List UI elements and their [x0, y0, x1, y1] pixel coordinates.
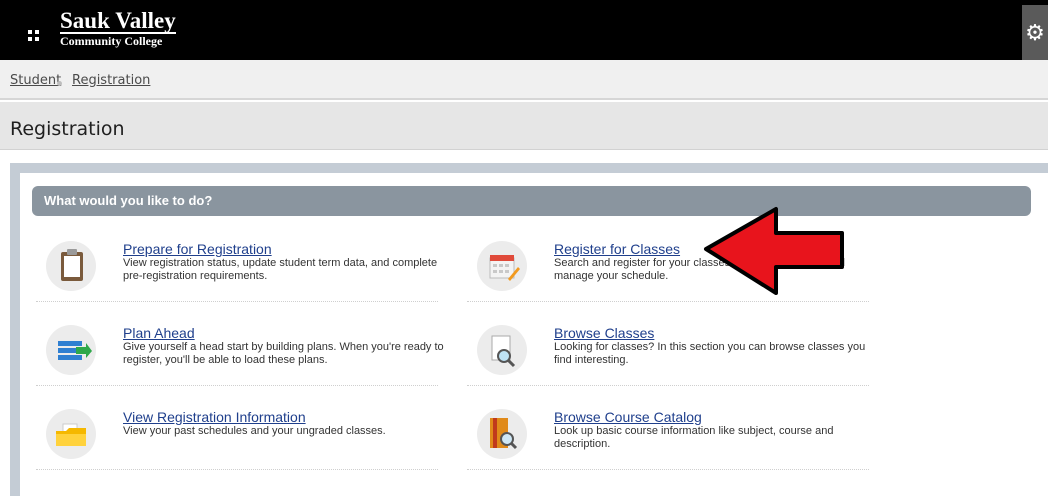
browse-classes-link[interactable]: Browse Classes [554, 325, 654, 341]
logo-line1: Sauk Valley [60, 8, 176, 34]
folder-icon[interactable] [46, 409, 96, 459]
prepare-registration-desc: View registration status, update student… [123, 257, 438, 282]
register-classes-link[interactable]: Register for Classes [554, 241, 680, 257]
logo-line2: Community College [60, 34, 163, 48]
task-browse-classes: Browse Classes Looking for classes? In t… [467, 325, 869, 386]
plan-ahead-desc: Give yourself a head start by building p… [123, 341, 444, 366]
plan-ahead-link[interactable]: Plan Ahead [123, 325, 195, 341]
breadcrumb-registration[interactable]: Registration [72, 73, 150, 88]
task-browse-course-catalog: Browse Course Catalog Look up basic cour… [467, 409, 869, 470]
plan-list-icon[interactable] [46, 325, 96, 375]
task-plan-ahead: Plan Ahead Give yourself a head start by… [36, 325, 444, 386]
top-bar: Sauk Valley Community College ⚙ [0, 0, 1048, 60]
book-magnifier-icon[interactable] [477, 409, 527, 459]
view-registration-info-desc: View your past schedules and your ungrad… [123, 425, 386, 437]
apps-grid-icon[interactable] [28, 30, 39, 41]
title-bar: Registration [0, 102, 1048, 150]
task-prepare-registration: Prepare for Registration View registrati… [36, 241, 438, 302]
task-view-registration-info: View Registration Information View your … [36, 409, 438, 470]
page-title: Registration [10, 118, 125, 140]
breadcrumb: Student Registration [0, 60, 1048, 100]
gear-icon[interactable]: ⚙ [1022, 5, 1048, 60]
calendar-pencil-icon[interactable] [477, 241, 527, 291]
view-registration-info-link[interactable]: View Registration Information [123, 409, 306, 425]
magnifier-document-icon[interactable] [477, 325, 527, 375]
section-header: What would you like to do? [32, 186, 1031, 216]
browse-classes-desc: Looking for classes? In this section you… [554, 341, 866, 366]
prepare-registration-link[interactable]: Prepare for Registration [123, 241, 272, 257]
browse-course-catalog-link[interactable]: Browse Course Catalog [554, 409, 702, 425]
breadcrumb-student[interactable]: Student [10, 73, 61, 88]
annotation-arrow-icon [704, 207, 844, 295]
college-logo[interactable]: Sauk Valley Community College [60, 8, 176, 48]
clipboard-icon[interactable] [46, 241, 96, 291]
breadcrumb-separator [57, 81, 62, 86]
browse-course-catalog-desc: Look up basic course information like su… [554, 425, 834, 450]
